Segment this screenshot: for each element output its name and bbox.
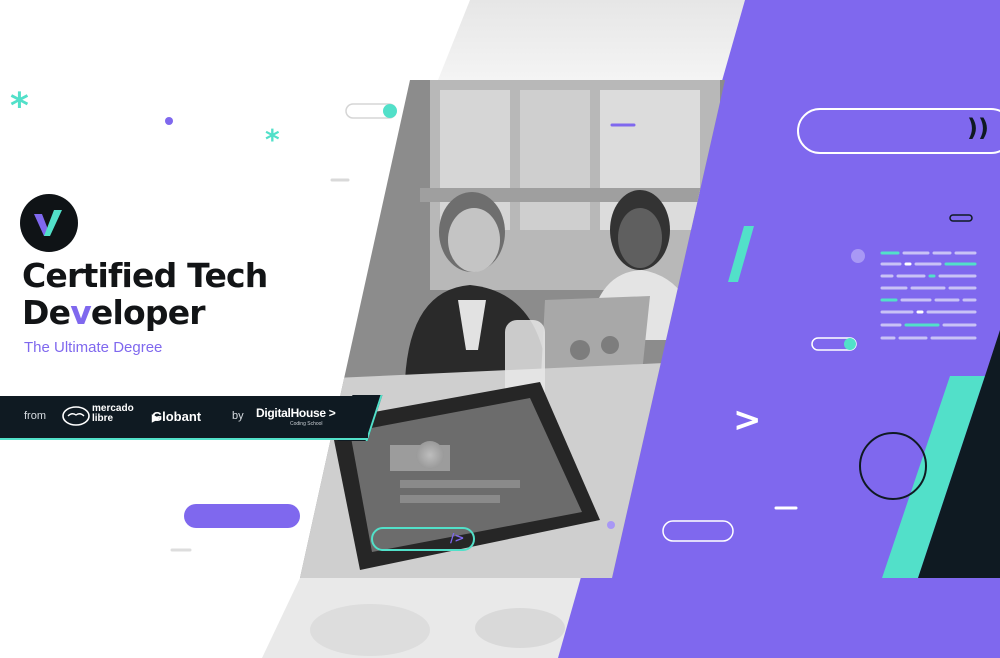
from-label: from	[24, 410, 46, 422]
asterisk-icon: *	[10, 86, 29, 127]
digitalhouse-logo: DigitalHouse >	[256, 406, 336, 420]
asterisk-icon: *	[265, 123, 280, 156]
title-line-2-part-a: De	[22, 293, 71, 332]
mercadolibre-handshake-icon	[62, 406, 90, 426]
subtitle: The Ultimate Degree	[24, 339, 163, 356]
checkmark-logo-icon	[20, 194, 78, 252]
code-tag-icon: />	[450, 531, 465, 545]
wave-icon: ))	[967, 114, 989, 142]
partner-band: from mercado libre Globant ▶ by DigitalHo…	[0, 396, 368, 440]
globant-logo: Globant ▶	[152, 409, 202, 424]
by-label: by	[232, 410, 244, 422]
digitalhouse-subtitle: Coding School	[290, 421, 323, 427]
chevron-right-icon: >	[733, 400, 762, 440]
purple-pill-left	[184, 504, 300, 528]
hero-banner: * * /> > )) Certified Tech Developer The…	[0, 0, 1000, 658]
title-line-2-part-c: eloper	[90, 293, 206, 332]
title-line-1: Certified Tech	[22, 256, 268, 295]
page-title: Certified Tech Developer	[22, 257, 268, 331]
title-line-2-accent: v	[70, 293, 92, 332]
blurred-strip-bottom	[262, 578, 612, 658]
blurred-strip-top	[438, 0, 755, 80]
